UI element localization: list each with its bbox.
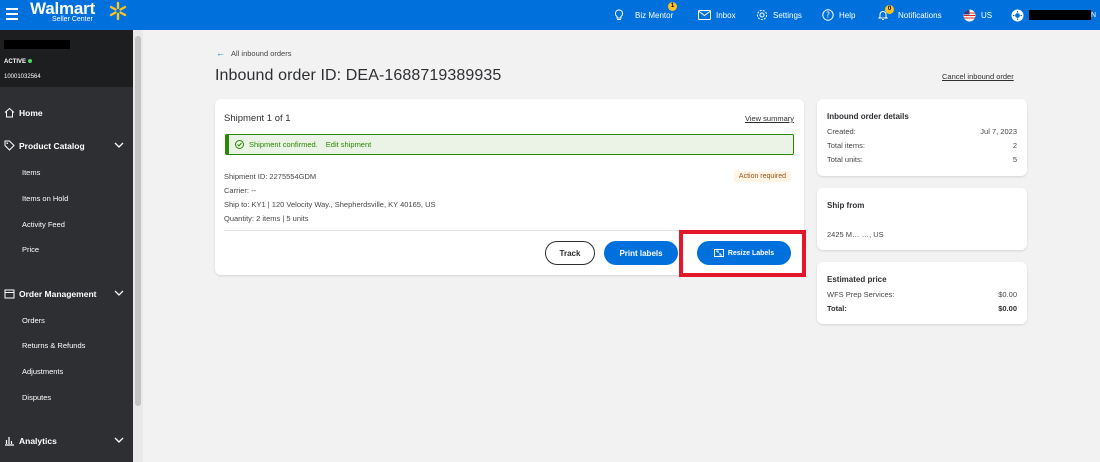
- biz-mentor-badge: 1: [668, 2, 677, 11]
- help-label: Help: [839, 10, 856, 20]
- shipment-title: Shipment 1 of 1: [224, 113, 291, 124]
- inbox-button[interactable]: Inbox: [698, 8, 736, 22]
- account-menu[interactable]: N: [1011, 8, 1096, 22]
- quantity: Quantity: 2 items | 5 units: [224, 214, 309, 223]
- sidebar-item-activity-feed[interactable]: Activity Feed: [22, 220, 65, 229]
- chevron-down-icon: [114, 142, 124, 148]
- tag-icon: [4, 140, 15, 151]
- sidebar-item-price[interactable]: Price: [22, 245, 39, 254]
- section-title: Order Management: [19, 288, 97, 299]
- resize-labels-label: Resize Labels: [727, 249, 775, 257]
- arrow-left-icon: ←: [216, 48, 225, 58]
- redacted-username: [1029, 10, 1091, 20]
- ship-from-address: 2425 M… …, US: [827, 230, 884, 239]
- help-button[interactable]: ? Help: [822, 8, 855, 22]
- home-icon: [4, 107, 15, 118]
- resize-icon: [713, 249, 724, 257]
- carrier: Carrier: --: [224, 186, 257, 195]
- settings-button[interactable]: Settings: [756, 8, 802, 22]
- confirmed-text: Shipment confirmed.: [249, 140, 318, 149]
- section-title: Product Catalog: [19, 140, 85, 151]
- sidebar-item-items-on-hold[interactable]: Items on Hold: [22, 194, 68, 203]
- price-row-wfs-prep: WFS Prep Services: $0.00: [827, 290, 1017, 299]
- svg-text:?: ?: [826, 11, 830, 20]
- sidebar-section-product-catalog[interactable]: Product Catalog: [4, 140, 128, 151]
- sidebar-item-adjustments[interactable]: Adjustments: [22, 367, 63, 376]
- action-required-badge: Action required: [733, 171, 791, 182]
- sidebar-item-disputes[interactable]: Disputes: [22, 393, 51, 402]
- spark-icon: [109, 1, 127, 21]
- sidebar-section-analytics[interactable]: Analytics: [4, 435, 128, 446]
- help-icon: ?: [822, 9, 834, 21]
- details-title: Inbound order details: [827, 112, 909, 121]
- country-label: US: [981, 10, 993, 20]
- menu-icon[interactable]: [6, 8, 18, 20]
- account-status: ACTIVE: [4, 59, 33, 65]
- bar-chart-icon: [5, 437, 14, 446]
- sidebar-section-order-management[interactable]: Order Management: [4, 288, 128, 299]
- price-row-total: Total: $0.00: [827, 304, 1017, 313]
- seller-account[interactable]: ACTIVE 10001032564: [0, 30, 133, 87]
- settings-label: Settings: [773, 10, 802, 20]
- estimated-price-title: Estimated price: [827, 275, 887, 284]
- sidebar-item-returns-refunds[interactable]: Returns & Refunds: [22, 341, 85, 350]
- ship-from-title: Ship from: [827, 201, 865, 210]
- cancel-inbound-order-link[interactable]: Cancel inbound order: [942, 72, 1014, 81]
- inbox-label: Inbox: [716, 10, 736, 20]
- sidebar-scroll-thumb[interactable]: [135, 36, 141, 406]
- back-to-inbound-orders-link[interactable]: ← All inbound orders: [216, 48, 291, 58]
- biz-mentor-button[interactable]: Biz Mentor: [614, 8, 673, 22]
- print-labels-button[interactable]: Print labels: [604, 241, 678, 265]
- shipment-id: Shipment ID: 2275554GDM: [224, 172, 317, 181]
- biz-mentor-label: Biz Mentor: [635, 10, 674, 20]
- gear-icon: [756, 9, 768, 21]
- lightbulb-icon: [614, 9, 624, 20]
- sidebar-home-label: Home: [19, 107, 43, 118]
- shipment-confirmed-alert: Shipment confirmed. Edit shipment: [225, 134, 794, 155]
- mail-icon: [698, 10, 711, 20]
- estimated-price-card: Estimated price WFS Prep Services: $0.00 …: [817, 262, 1027, 324]
- logo-subtitle: Seller Center: [52, 16, 93, 23]
- ship-to: Ship to: KY1 | 120 Velocity Way., Shephe…: [224, 200, 436, 209]
- top-bar: Walmart Seller Center Biz Mentor 1 Inbox…: [0, 0, 1100, 30]
- notifications-label: Notifications: [898, 10, 942, 20]
- status-dot-icon: [28, 59, 33, 64]
- notifications-badge: 0: [885, 5, 894, 14]
- detail-row-total-units: Total units: 5: [827, 155, 1017, 164]
- us-flag-icon: [963, 9, 976, 21]
- walmart-logo[interactable]: Walmart Seller Center: [30, 0, 127, 23]
- sidebar: ACTIVE 10001032564 Home Product Catalog …: [0, 30, 133, 462]
- check-circle-icon: [235, 140, 244, 149]
- country-selector[interactable]: US: [963, 8, 992, 22]
- chevron-down-icon: [114, 290, 124, 296]
- section-title: Analytics: [19, 435, 57, 446]
- redacted-seller-name: [4, 40, 70, 49]
- back-link-label: All inbound orders: [231, 48, 292, 58]
- inbound-order-details-card: Inbound order details Created: Jul 7, 202…: [817, 99, 1027, 176]
- username-suffix: N: [1091, 11, 1097, 19]
- user-avatar-icon: [1011, 9, 1024, 21]
- resize-labels-button[interactable]: Resize Labels: [697, 241, 791, 265]
- partner-id: 10001032564: [4, 74, 41, 80]
- track-button[interactable]: Track: [545, 241, 595, 265]
- calendar-icon: [4, 289, 15, 299]
- sidebar-item-items[interactable]: Items: [22, 168, 40, 177]
- view-summary-link[interactable]: View summary: [745, 114, 794, 123]
- edit-shipment-link[interactable]: Edit shipment: [326, 140, 371, 149]
- page-title: Inbound order ID: DEA-1688719389935: [215, 67, 502, 84]
- detail-row-total-items: Total items: 2: [827, 141, 1017, 150]
- chevron-down-icon: [114, 437, 124, 443]
- sidebar-item-orders[interactable]: Orders: [22, 316, 45, 325]
- ship-from-card: Ship from 2425 M… …, US: [817, 188, 1027, 250]
- detail-row-created: Created: Jul 7, 2023: [827, 127, 1017, 136]
- sidebar-item-home[interactable]: Home: [4, 107, 128, 118]
